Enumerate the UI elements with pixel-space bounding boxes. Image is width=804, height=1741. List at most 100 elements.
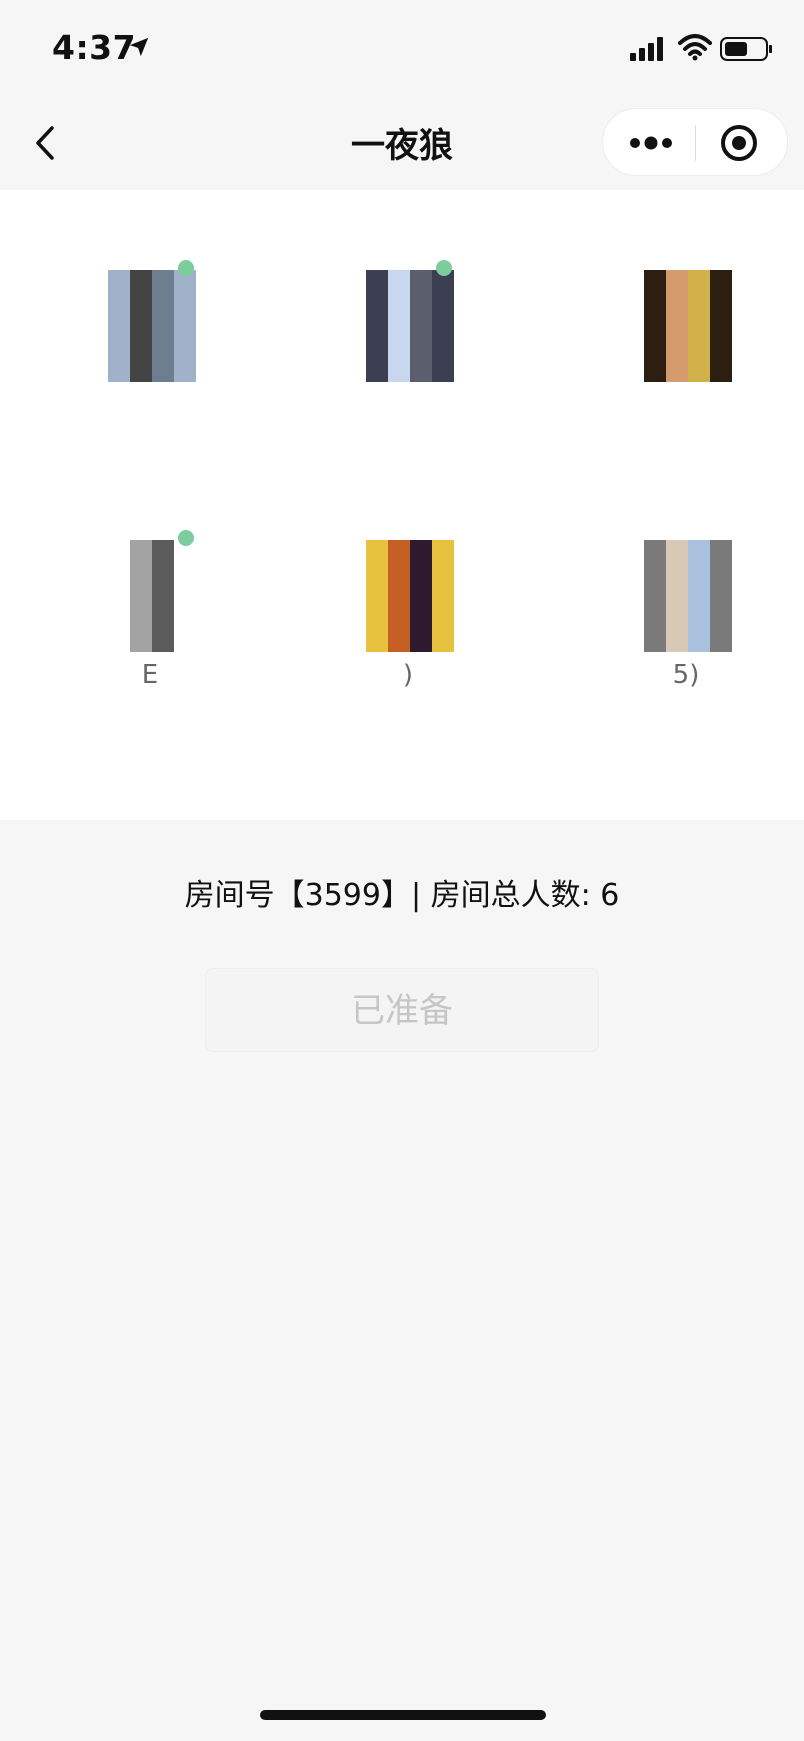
nav-bar: 一夜狼	[0, 96, 804, 191]
avatar-pixel	[388, 359, 410, 382]
avatar-pixel	[174, 337, 196, 360]
avatar-pixel	[688, 292, 710, 315]
avatar-pixel	[152, 314, 174, 338]
avatar-pixel	[388, 607, 410, 630]
avatar-pixel	[410, 540, 432, 563]
avatar-pixel	[174, 629, 196, 652]
avatar-pixel	[108, 562, 130, 585]
avatar-pixel	[432, 629, 454, 652]
player-slot[interactable]: )	[318, 530, 498, 740]
avatar-pixel	[388, 292, 410, 315]
avatar-pixel	[174, 584, 196, 608]
avatar-pixel	[410, 562, 432, 585]
avatar-pixel	[366, 337, 388, 360]
avatar-pixel	[644, 292, 666, 315]
room-info: 房间号【3599】| 房间总人数: 6	[184, 878, 620, 913]
avatar-pixel	[388, 540, 410, 563]
avatar-pixel	[644, 584, 666, 608]
player-slot[interactable]: E	[60, 530, 240, 740]
avatar-pixel	[388, 337, 410, 360]
player-avatar	[108, 270, 196, 382]
avatar-pixel	[666, 314, 688, 338]
avatar-pixel	[710, 270, 732, 293]
online-dot	[436, 260, 452, 276]
avatar-pixel	[388, 584, 410, 608]
avatar-pixel	[432, 359, 454, 382]
avatar-pixel	[130, 359, 152, 382]
player-slot[interactable]	[596, 260, 776, 470]
avatar-pixel	[366, 314, 388, 338]
avatar-pixel	[410, 314, 432, 338]
avatar-pixel	[666, 270, 688, 293]
player-avatar	[366, 270, 454, 382]
avatar-pixel	[710, 359, 732, 382]
avatar-pixel	[152, 359, 174, 382]
player-slot[interactable]	[318, 260, 498, 470]
avatar-pixel	[410, 359, 432, 382]
players-panel: E ) 5)	[0, 190, 804, 820]
avatar-pixel	[644, 337, 666, 360]
avatar-pixel	[108, 584, 130, 608]
player-slot[interactable]: 5)	[596, 530, 776, 740]
avatar-pixel	[366, 270, 388, 293]
player-slot[interactable]	[60, 260, 240, 470]
avatar-pixel	[366, 607, 388, 630]
avatar-pixel	[432, 607, 454, 630]
avatar-pixel	[410, 337, 432, 360]
avatar-pixel	[130, 314, 152, 338]
avatar-pixel	[130, 562, 152, 585]
avatar-pixel	[666, 292, 688, 315]
avatar-pixel	[666, 562, 688, 585]
avatar-pixel	[410, 270, 432, 293]
avatar-pixel	[152, 337, 174, 360]
avatar-pixel	[666, 337, 688, 360]
avatar-pixel	[688, 314, 710, 338]
avatar-pixel	[644, 562, 666, 585]
avatar-pixel	[388, 270, 410, 293]
avatar-pixel	[130, 629, 152, 652]
avatar-pixel	[152, 562, 174, 585]
avatar-pixel	[432, 314, 454, 338]
status-time: 4:37	[52, 28, 137, 67]
player-avatar	[644, 540, 732, 652]
avatar-pixel	[688, 584, 710, 608]
avatar-pixel	[152, 584, 174, 608]
avatar-pixel	[688, 359, 710, 382]
more-icon[interactable]	[625, 123, 677, 163]
avatar-pixel	[688, 607, 710, 630]
avatar-pixel	[710, 540, 732, 563]
avatar-pixel	[152, 607, 174, 630]
avatar-pixel	[174, 607, 196, 630]
avatar-pixel	[366, 562, 388, 585]
avatar-pixel	[174, 292, 196, 315]
avatar-pixel	[108, 270, 130, 293]
avatar-pixel	[366, 629, 388, 652]
close-icon[interactable]	[717, 121, 761, 165]
online-dot	[178, 260, 194, 276]
avatar-pixel	[130, 337, 152, 360]
avatar-pixel	[688, 562, 710, 585]
avatar-pixel	[644, 359, 666, 382]
avatar-pixel	[410, 292, 432, 315]
home-indicator	[260, 1710, 546, 1720]
avatar-pixel	[432, 584, 454, 608]
avatar-pixel	[710, 337, 732, 360]
player-avatar	[108, 540, 196, 652]
avatar-pixel	[688, 270, 710, 293]
avatar-pixel	[366, 584, 388, 608]
avatar-pixel	[710, 584, 732, 608]
avatar-pixel	[688, 337, 710, 360]
avatar-pixel	[108, 629, 130, 652]
avatar-pixel	[130, 270, 152, 293]
avatar-pixel	[366, 292, 388, 315]
player-avatar	[644, 270, 732, 382]
avatar-pixel	[388, 629, 410, 652]
avatar-pixel	[644, 540, 666, 563]
avatar-pixel	[710, 629, 732, 652]
location-arrow-icon	[129, 37, 149, 57]
wifi-icon	[678, 34, 712, 61]
ready-button[interactable]: 已准备	[205, 968, 599, 1052]
online-dot	[178, 530, 194, 546]
avatar-pixel	[644, 314, 666, 338]
avatar-pixel	[644, 629, 666, 652]
